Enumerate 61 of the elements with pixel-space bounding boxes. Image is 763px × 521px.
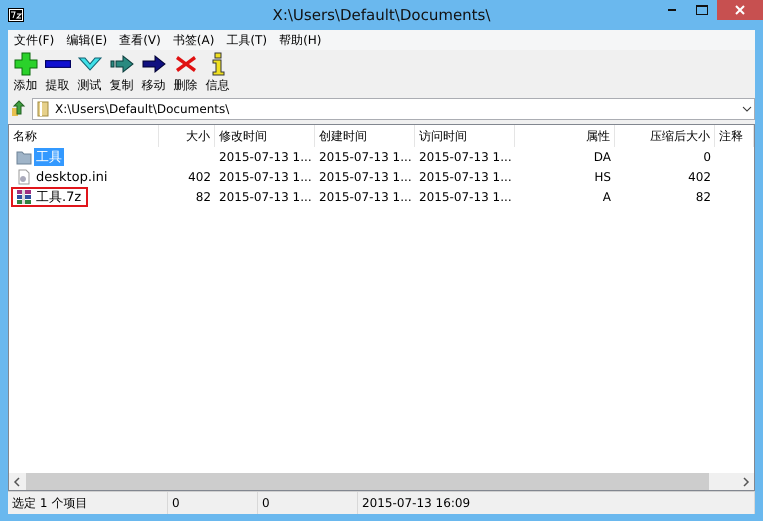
table-cell: 402 xyxy=(188,170,211,184)
scrollbar-thumb[interactable] xyxy=(26,473,709,490)
table-cell: DA xyxy=(594,150,611,164)
table-cell: 2015-07-13 1... xyxy=(219,190,312,204)
menu-item[interactable]: 文件(F) xyxy=(8,32,60,48)
menu-item[interactable]: 书签(A) xyxy=(166,32,220,48)
menu-item[interactable]: 工具(T) xyxy=(220,32,274,48)
table-cell: 2015-07-13 1... xyxy=(319,150,412,164)
address-field[interactable]: X:\Users\Default\Documents\ xyxy=(32,98,755,120)
column-header[interactable]: 属性 xyxy=(515,125,615,147)
folder-icon xyxy=(16,149,32,165)
status-text: 选定 1 个项目 xyxy=(8,492,168,514)
close-button[interactable] xyxy=(717,0,763,20)
app-logo-icon xyxy=(8,8,24,22)
column-header[interactable]: 访问时间 xyxy=(415,125,515,147)
table-cell: 2015-07-13 1... xyxy=(419,150,512,164)
minimize-icon xyxy=(668,9,676,11)
toolbar-button[interactable]: 信息 xyxy=(202,52,233,94)
up-folder-icon[interactable] xyxy=(10,100,28,118)
column-header[interactable]: 大小 xyxy=(159,125,215,147)
table-cell: 2015-07-13 1... xyxy=(319,190,412,204)
window-title: X:\Users\Default\Documents\ xyxy=(272,6,492,24)
table-cell: 2015-07-13 1... xyxy=(419,190,512,204)
table-cell: 2015-07-13 1... xyxy=(419,170,512,184)
dropdown-caret-icon[interactable] xyxy=(740,104,754,114)
minus-icon xyxy=(44,60,70,68)
archive-icon xyxy=(16,189,32,205)
settings-file-icon xyxy=(16,169,32,185)
toolbar-button[interactable]: 添加 xyxy=(10,52,41,94)
toolbar-button[interactable]: 提取 xyxy=(42,52,73,94)
toolbar-button[interactable]: 删除 xyxy=(170,52,201,94)
column-header[interactable]: 压缩后大小 xyxy=(615,125,715,147)
toolbar-button[interactable]: 复制 xyxy=(106,52,137,94)
maximize-icon xyxy=(696,5,708,15)
column-header[interactable]: 创建时间 xyxy=(315,125,415,147)
arrow-icon xyxy=(108,52,134,76)
toolbar-button[interactable]: 移动 xyxy=(138,52,169,94)
arrow-icon xyxy=(140,52,166,76)
toolbar-button[interactable]: 测试 xyxy=(74,52,105,94)
folder-icon xyxy=(37,101,49,117)
file-name[interactable]: desktop.ini xyxy=(34,170,110,184)
status-text: 0 xyxy=(258,492,358,514)
table-cell: 402 xyxy=(688,170,711,184)
table-cell: 2015-07-13 1... xyxy=(319,170,412,184)
table-cell: 82 xyxy=(196,190,211,204)
menu-item[interactable]: 帮助(H) xyxy=(273,32,328,48)
column-header[interactable]: 名称 xyxy=(9,125,159,147)
close-icon xyxy=(735,5,745,15)
status-text: 0 xyxy=(168,492,258,514)
table-cell: 82 xyxy=(696,190,711,204)
table-cell: 0 xyxy=(703,150,711,164)
menu-item[interactable]: 编辑(E) xyxy=(60,32,114,48)
table-cell: 2015-07-13 1... xyxy=(219,170,312,184)
column-header[interactable]: 注释 xyxy=(715,125,754,147)
status-text: 2015-07-13 16:09 xyxy=(358,492,755,514)
column-header[interactable]: 修改时间 xyxy=(215,125,315,147)
table-cell: A xyxy=(602,190,611,204)
table-cell: 2015-07-13 1... xyxy=(219,150,312,164)
plus-icon xyxy=(12,52,38,76)
menu-item[interactable]: 查看(V) xyxy=(113,32,167,48)
table-cell: HS xyxy=(594,170,611,184)
